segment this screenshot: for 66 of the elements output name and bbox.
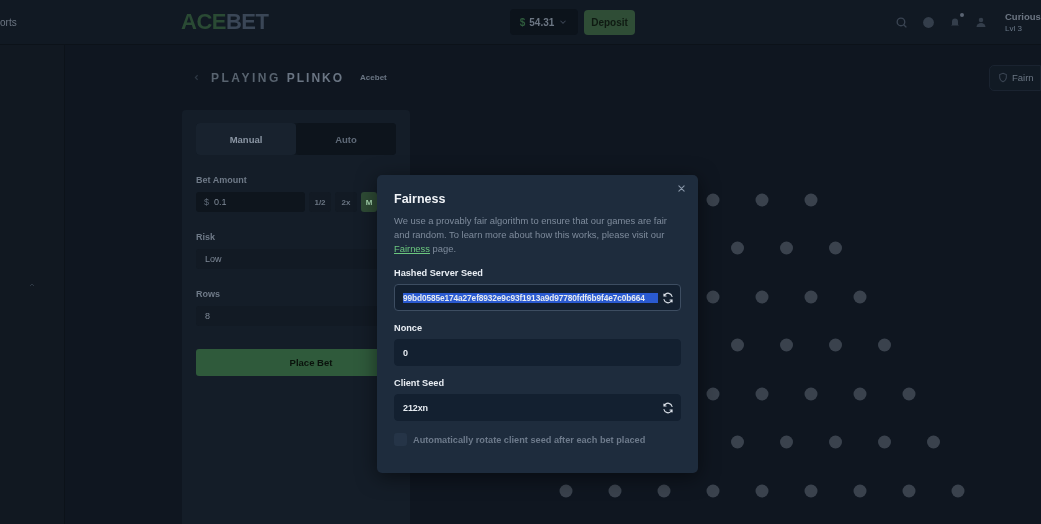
balance-selector[interactable]: $ 54.31 (510, 9, 578, 35)
peg (706, 290, 720, 304)
peg (878, 435, 891, 449)
bell-icon[interactable] (949, 16, 961, 28)
peg (755, 484, 769, 498)
checkbox-label: Automatically rotate client seed after each bet placed (413, 434, 646, 445)
field-label: Client Seed (394, 378, 446, 388)
refresh-icon[interactable] (662, 291, 674, 304)
peg (731, 435, 744, 449)
peg (804, 387, 818, 401)
peg (657, 484, 671, 498)
field-label: Rows (196, 289, 221, 299)
peg (902, 387, 916, 401)
dialog-title: Fairness (394, 192, 447, 206)
field-label: Hashed Server Seed (394, 268, 484, 278)
mode-tab[interactable]: Manual (196, 123, 296, 155)
peg (829, 241, 842, 255)
peg (902, 484, 916, 498)
peg (927, 435, 940, 449)
provider-label: Acebet (360, 73, 387, 82)
peg (559, 484, 573, 498)
mode-tab[interactable]: Auto (296, 123, 396, 155)
game-title: PLINKO (286, 70, 345, 85)
peg (608, 484, 622, 498)
bet-amount-field[interactable]: $ 0.1 (196, 192, 305, 212)
peg (755, 193, 769, 207)
peg (731, 338, 744, 352)
search-icon[interactable] (895, 15, 908, 29)
peg (780, 241, 793, 255)
peg (804, 484, 818, 498)
shield-icon (998, 72, 1008, 83)
field-label: Bet Amount (196, 175, 248, 185)
peg (755, 387, 769, 401)
bet-modifier-button[interactable]: M (361, 192, 377, 212)
peg (878, 338, 891, 352)
peg (829, 435, 842, 449)
peg (780, 435, 793, 449)
seed-field[interactable]: 99bd0585e174a27ef8932e9c93f1913a9d97780fdf6b9f4e7c0b664 (394, 284, 681, 311)
peg (951, 484, 965, 498)
username: Curious (1005, 11, 1041, 22)
user-level: Lvl 3 (1005, 24, 1023, 33)
peg (829, 338, 842, 352)
refresh-icon[interactable] (662, 401, 674, 414)
user-icon[interactable] (975, 16, 987, 28)
peg (731, 241, 744, 255)
seed-field[interactable]: 0 (394, 339, 681, 366)
peg (853, 484, 867, 498)
side-panel-button[interactable]: Fairn (989, 64, 1041, 91)
seed-field[interactable]: 212xn (394, 394, 681, 421)
peg (755, 290, 769, 304)
peg (804, 193, 818, 207)
peg (706, 193, 720, 207)
field-label: Risk (196, 232, 216, 242)
peg (780, 338, 793, 352)
nav-label[interactable]: orts (0, 16, 181, 28)
back-icon[interactable] (192, 73, 201, 82)
peg (853, 387, 867, 401)
peg (853, 290, 867, 304)
bet-modifier-button[interactable]: 1/2 (309, 192, 331, 212)
title-prefix: PLAYING (211, 70, 281, 85)
close-icon[interactable] (677, 184, 686, 193)
bet-modifier-button[interactable]: 2x (335, 192, 357, 212)
peg (804, 290, 818, 304)
peg (706, 387, 720, 401)
field-label: Nonce (394, 323, 424, 333)
peg (706, 484, 720, 498)
